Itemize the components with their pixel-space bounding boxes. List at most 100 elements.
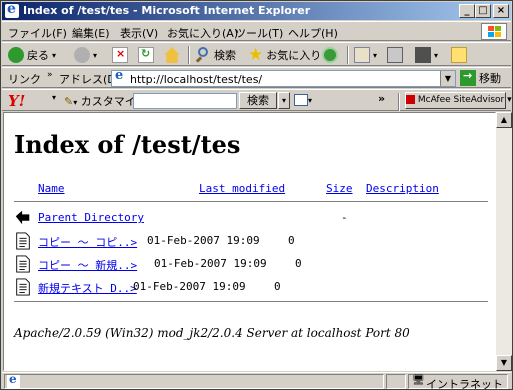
status-progress-pane	[386, 374, 406, 389]
history-button[interactable]	[322, 46, 338, 64]
stop-icon: ×	[112, 47, 128, 63]
go-button[interactable]: → 移動	[460, 69, 501, 87]
mcafee-label: McAfee SiteAdvisor	[417, 95, 505, 105]
menu-bar: ファイル(F) 編集(E) 表示(V) お気に入り(A) ツール(T) ヘルプ(…	[2, 21, 511, 41]
links-chevron-icon[interactable]: »	[47, 70, 53, 80]
file-link[interactable]: 新規テキスト D..>	[38, 280, 137, 296]
description-column-header: Description	[366, 182, 439, 195]
star-icon: ★	[248, 45, 264, 65]
scroll-down-button[interactable]: ▼	[496, 355, 512, 371]
edit-page-icon	[415, 47, 431, 63]
mail-button[interactable]: ▾	[354, 46, 377, 64]
file-name: コピー ～ コピ..>	[38, 236, 138, 249]
page-title: Index of /test/tes	[14, 130, 241, 159]
size-column-header: Size	[326, 182, 353, 195]
back-dropdown-icon: ▾	[52, 50, 57, 60]
page-status-icon: e	[7, 372, 20, 388]
yahoo-dropdown-icon[interactable]: ▾	[52, 93, 56, 102]
go-arrow-icon: →	[460, 69, 476, 86]
magnifier-icon	[195, 47, 211, 63]
title-bar[interactable]: Index of /test/tes - Microsoft Internet …	[2, 1, 511, 20]
address-dropdown-icon[interactable]: ▼	[440, 71, 455, 86]
menu-edit[interactable]: 編集(E)	[72, 25, 110, 41]
address-url: http://localhost/test/tes/	[130, 73, 263, 86]
close-button[interactable]: ×	[493, 4, 509, 18]
window-icon	[294, 94, 308, 106]
menu-file[interactable]: ファイル(F)	[8, 25, 67, 41]
sort-by-modified-link[interactable]: Last modified	[199, 182, 285, 195]
yahoo-search-input[interactable]	[133, 93, 237, 109]
minimize-button[interactable]: _	[459, 4, 475, 18]
parent-directory-row: Parent Directory -	[14, 208, 488, 228]
menu-tools[interactable]: ツール(T)	[235, 25, 283, 41]
maximize-button[interactable]: □	[475, 4, 491, 18]
home-button[interactable]	[164, 46, 180, 64]
note-icon	[451, 47, 467, 63]
menu-favorites[interactable]: お気に入り(A)	[167, 25, 238, 41]
back-button[interactable]: 戻る ▾	[8, 46, 56, 64]
favorites-button[interactable]: ★ お気に入り	[248, 46, 321, 64]
address-field[interactable]: e http://localhost/test/tes/ ▼	[111, 68, 456, 87]
address-bar: リンク » アドレス(D) e http://localhost/test/te…	[2, 67, 511, 88]
intranet-icon: 🖥	[412, 375, 425, 386]
page-icon: e	[113, 68, 127, 85]
home-icon	[164, 47, 180, 63]
yahoo-search-button[interactable]: 検索	[239, 92, 277, 109]
scroll-up-button[interactable]: ▲	[496, 112, 512, 128]
stop-button[interactable]: ×	[112, 46, 128, 64]
header-rule	[14, 201, 488, 202]
menu-view[interactable]: 表示(V)	[120, 25, 158, 41]
menu-help[interactable]: ヘルプ(H)	[288, 25, 338, 41]
ie-logo-icon	[5, 1, 19, 18]
file-row: 新規テキスト D..> 01-Feb-2007 19:09 0	[14, 277, 488, 297]
forward-button[interactable]: ▾	[74, 46, 97, 64]
sort-by-size-link[interactable]: Size	[326, 182, 353, 195]
vertical-scrollbar[interactable]: ▲ ▼	[496, 112, 512, 371]
text-file-icon	[16, 232, 30, 250]
file-modified: 01-Feb-2007 19:09	[154, 257, 267, 270]
file-name: 新規テキスト D..>	[38, 282, 137, 295]
links-label[interactable]: リンク	[8, 71, 41, 87]
file-size: 0	[274, 280, 281, 293]
status-bar: e 🖥 イントラネット	[2, 372, 511, 390]
toolbar-separator	[188, 46, 190, 64]
zone-pane: 🖥 イントラネット	[408, 374, 508, 390]
edit-button[interactable]: ▾	[415, 46, 438, 64]
print-button[interactable]	[387, 46, 403, 64]
search-button[interactable]: 検索	[195, 46, 236, 64]
file-modified: 01-Feb-2007 19:09	[133, 280, 246, 293]
more-chevron-icon[interactable]: »	[378, 92, 385, 105]
file-row: コピー ～ 新規..> 01-Feb-2007 19:09 0	[14, 254, 488, 274]
highlight-button[interactable]: ▾	[294, 93, 312, 106]
mcafee-siteadvisor-button[interactable]: McAfee SiteAdvisor ▾	[405, 92, 512, 109]
text-file-icon	[16, 255, 30, 273]
discuss-button[interactable]	[451, 46, 467, 64]
back-folder-icon	[15, 210, 30, 225]
file-link[interactable]: コピー ～ コピ..>	[38, 234, 137, 250]
window-title: Index of /test/tes - Microsoft Internet …	[23, 4, 311, 17]
edit-dropdown-icon: ▾	[434, 50, 439, 60]
mail-icon	[354, 47, 370, 63]
pencil-icon: ✎	[64, 95, 74, 108]
mail-dropdown-icon: ▾	[373, 50, 378, 60]
search-options-dropdown[interactable]: ▾	[278, 92, 290, 109]
parent-directory-label: Parent Directory	[38, 211, 144, 224]
standard-toolbar: 戻る ▾ ▾ × ↻ 検索 ★ お気に入り ▾ ▾	[2, 42, 511, 66]
windows-logo-icon	[481, 23, 507, 40]
forward-dropdown-icon: ▾	[93, 50, 98, 60]
refresh-button[interactable]: ↻	[138, 46, 154, 64]
favorites-label: お気に入り	[266, 49, 322, 62]
file-link[interactable]: コピー ～ 新規..>	[38, 257, 137, 273]
footer-rule	[14, 301, 488, 302]
forward-arrow-icon	[74, 47, 90, 63]
file-size: 0	[288, 234, 295, 247]
toolbar-separator-2	[347, 46, 349, 64]
parent-directory-link[interactable]: Parent Directory	[38, 211, 144, 224]
file-name: コピー ～ 新規..>	[38, 259, 138, 272]
yahoo-logo[interactable]: Y!	[8, 92, 42, 110]
go-label: 移動	[479, 72, 501, 85]
page-content: Index of /test/tes Name Last modified Si…	[3, 112, 496, 371]
sort-by-name-link[interactable]: Name	[38, 182, 65, 195]
sort-by-description-link[interactable]: Description	[366, 182, 439, 195]
parent-size: -	[341, 211, 348, 224]
